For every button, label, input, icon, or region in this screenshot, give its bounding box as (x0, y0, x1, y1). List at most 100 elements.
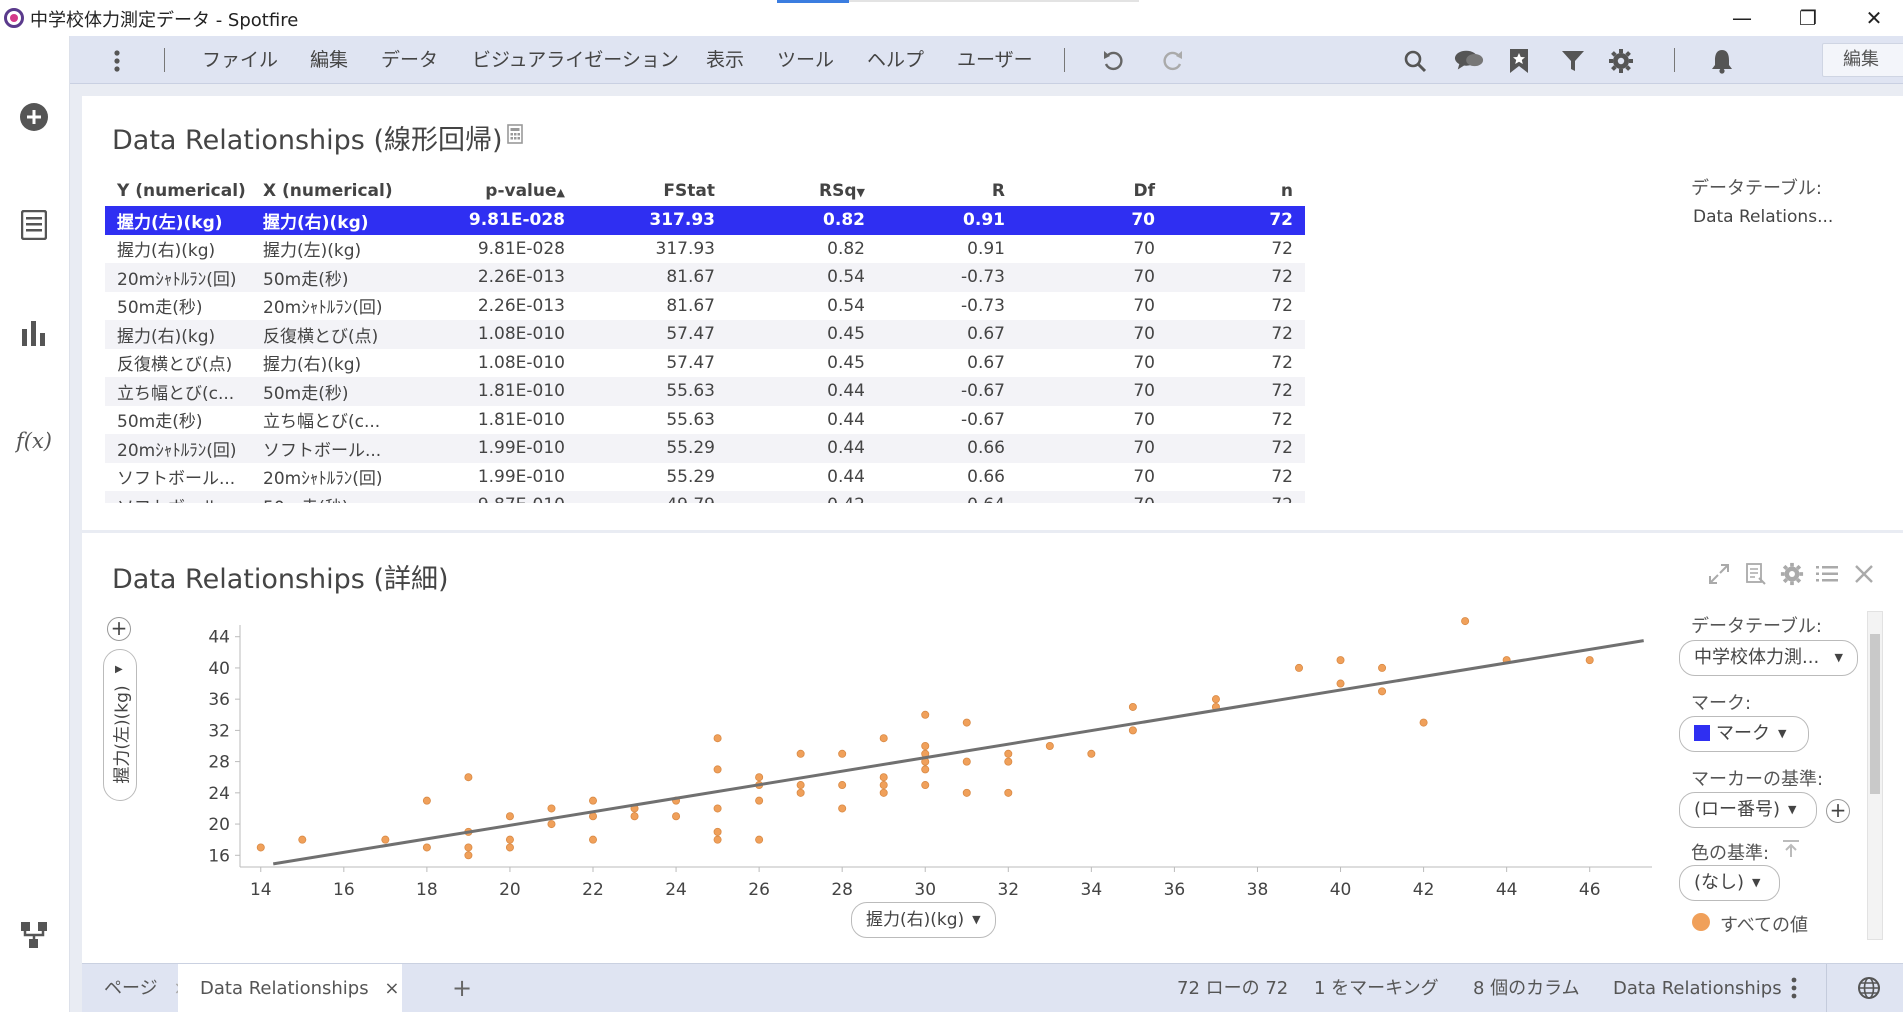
table-row[interactable]: 握力(右)(kg) 握力(左)(kg) 9.81E-028 317.93 0.82 0.9… (105, 235, 1305, 264)
scatter-point (962, 757, 971, 766)
cell-rsq: 0.44 (715, 377, 865, 406)
status-more-icon[interactable] (1790, 976, 1798, 1005)
menu-separator (1674, 48, 1675, 72)
x-axis-selector[interactable]: 握力(右)(kg) ▼ (851, 902, 996, 938)
column-header-df[interactable]: Df (1005, 176, 1155, 206)
tab-active-close-icon[interactable]: × (384, 978, 399, 999)
search-icon[interactable] (1400, 46, 1430, 76)
table-calculator-icon[interactable] (507, 124, 523, 149)
legend-scrollbar[interactable] (1867, 611, 1883, 940)
menu-user[interactable]: ユーザー (957, 36, 1033, 84)
menu-help[interactable]: ヘルプ (867, 36, 924, 84)
scatter-point (755, 773, 764, 782)
filter-icon[interactable] (1558, 46, 1588, 76)
redo-icon[interactable] (1158, 46, 1188, 76)
visualization-types-icon[interactable] (15, 314, 53, 352)
cell-r: -0.73 (961, 295, 1005, 316)
cell-y: 20mｼｬﾄﾙﾗﾝ(回) (105, 434, 255, 463)
column-header-rsq[interactable]: RSq▼ (715, 176, 865, 206)
top-data-table-value[interactable]: Data Relations... (1693, 207, 1833, 227)
more-vertical-icon[interactable] (102, 46, 132, 76)
add-marker-by-button[interactable]: + (1826, 799, 1850, 823)
table-row[interactable]: 反復横とび(点) 握力(右)(kg) 1.08E-010 57.47 0.45 0.67 7… (105, 349, 1305, 378)
detail-data-table-select[interactable]: 中学校体力測... ▼ (1679, 640, 1858, 676)
close-visualization-icon[interactable] (1853, 563, 1875, 590)
maximize-visualization-icon[interactable] (1708, 563, 1730, 590)
restore-button[interactable]: ❐ (1780, 2, 1836, 34)
cell-r: 0.67 (967, 352, 1005, 373)
column-header-y[interactable]: Y (numerical) (105, 176, 255, 206)
x-tick-label: 44 (1496, 880, 1518, 900)
notifications-bell-icon[interactable] (1707, 46, 1737, 76)
scatter-point (256, 843, 265, 852)
marking-select[interactable]: マーク ▼ (1679, 716, 1809, 752)
status-row-count: 72 ローの 72 (1177, 978, 1289, 999)
bookmark-icon[interactable] (1504, 46, 1534, 76)
table-row[interactable]: 握力(右)(kg) 反復横とび(点) 1.08E-010 57.47 0.45 0.67 7… (105, 320, 1305, 349)
files-and-data-icon[interactable] (15, 206, 53, 244)
tab-data-relationships[interactable]: Data Relationships × (178, 964, 402, 1012)
add-data-icon[interactable] (15, 98, 53, 136)
cell-r: 0.64 (865, 491, 1005, 503)
regression-table-viewport[interactable]: Y (numerical) X (numerical) p-value▲ FSt… (105, 176, 1305, 503)
table-row[interactable]: 50m走(秒) 20mｼｬﾄﾙﾗﾝ(回) 2.26E-013 81.67 0.54 -0.… (105, 292, 1305, 321)
status-data-table[interactable]: Data Relationships (1613, 964, 1782, 1012)
cell-n: 72 (1155, 206, 1305, 235)
menu-visualization[interactable]: ビジュアライゼーション (472, 36, 679, 84)
menu-data[interactable]: データ (381, 36, 438, 84)
undo-icon[interactable] (1098, 46, 1128, 76)
close-window-button[interactable]: ✕ (1846, 2, 1902, 34)
cell-rsq: 0.45 (715, 320, 865, 349)
scatter-point (921, 781, 930, 790)
column-header-r[interactable]: R (865, 176, 1005, 206)
scatter-point (962, 718, 971, 727)
column-header-n[interactable]: n (1155, 176, 1305, 206)
legend-toggle-icon[interactable] (1815, 563, 1839, 590)
minimize-button[interactable]: — (1714, 2, 1770, 34)
scatter-point (672, 812, 681, 821)
function-fx-icon[interactable]: f(x) (15, 422, 53, 460)
table-row[interactable]: 50m走(秒) 立ち幅とび(c... 1.81E-010 55.63 0.44 -0.67… (105, 406, 1305, 435)
cell-r: -0.67 (865, 377, 1005, 406)
column-header-p-value[interactable]: p-value▲ (455, 176, 565, 206)
table-row[interactable]: ソフトボール... 20mｼｬﾄﾙﾗﾝ(回) 1.99E-010 55.29 0.44 0… (105, 463, 1305, 492)
cell-x: 50m走(秒) (255, 377, 455, 406)
menu-separator (164, 48, 165, 72)
menu-file[interactable]: ファイル (202, 36, 278, 84)
cell-p-value: 1.81E-010 (477, 409, 565, 430)
scatter-point (1295, 663, 1304, 672)
settings-gear-icon[interactable] (1606, 46, 1636, 76)
menu-edit[interactable]: 編集 (310, 36, 348, 84)
tab-page[interactable]: ページ × (104, 964, 188, 1012)
details-on-demand-icon[interactable] (1745, 562, 1767, 591)
cell-df: 70 (1133, 352, 1155, 373)
table-row[interactable]: 20mｼｬﾄﾙﾗﾝ(回) ソフトボール... 1.99E-010 55.29 0.44 0… (105, 434, 1305, 463)
add-page-button[interactable]: + (452, 964, 472, 1012)
column-header-fstat[interactable]: FStat (565, 176, 715, 206)
legend-scrollbar-thumb[interactable] (1870, 634, 1880, 794)
y-tick-label: 20 (208, 815, 230, 835)
globe-icon[interactable] (1857, 976, 1881, 1005)
color-by-select[interactable]: (なし) ▼ (1679, 865, 1780, 901)
y-axis-add-button[interactable]: + (107, 617, 131, 641)
marking-label: マーク: (1691, 693, 1752, 714)
y-axis-selector[interactable]: ▶ 握力(左)(kg) (103, 649, 137, 801)
scatter-point (298, 835, 307, 844)
table-row[interactable]: 立ち幅とび(c... 50m走(秒) 1.81E-010 55.63 0.44 -0.67… (105, 377, 1305, 406)
table-row-selected[interactable]: 握力(左)(kg) 握力(右)(kg) 9.81E-028 317.93 0.82 0.9… (105, 206, 1305, 235)
table-row[interactable]: 20mｼｬﾄﾙﾗﾝ(回) 50m走(秒) 2.26E-013 81.67 0.54 -0.… (105, 263, 1305, 292)
x-tick-label: 36 (1164, 880, 1186, 900)
menu-tools[interactable]: ツール (777, 36, 834, 84)
visualization-settings-icon[interactable] (1780, 562, 1804, 591)
color-axis-pin-icon[interactable] (1781, 839, 1801, 864)
data-table-caret-icon: ▼ (1834, 651, 1843, 664)
menu-view[interactable]: 表示 (706, 36, 744, 84)
scatter-plot[interactable]: 16 20 24 28 32 36 40 44 14 16 18 20 22 24 26 28 30 32 34 36… (82, 605, 1682, 945)
column-header-x[interactable]: X (numerical) (255, 176, 455, 206)
table-row[interactable]: ソフトボール...50m走(秒)9.87E-01049.790.420.6470… (105, 491, 1305, 503)
marker-by-select[interactable]: (ロー番号) ▼ (1679, 792, 1817, 828)
collaboration-icon[interactable] (1454, 46, 1484, 76)
data-canvas-icon[interactable] (15, 916, 53, 954)
mode-select[interactable]: 編集 (1822, 43, 1903, 77)
status-marked[interactable]: 1 をマーキング (1314, 964, 1439, 1012)
